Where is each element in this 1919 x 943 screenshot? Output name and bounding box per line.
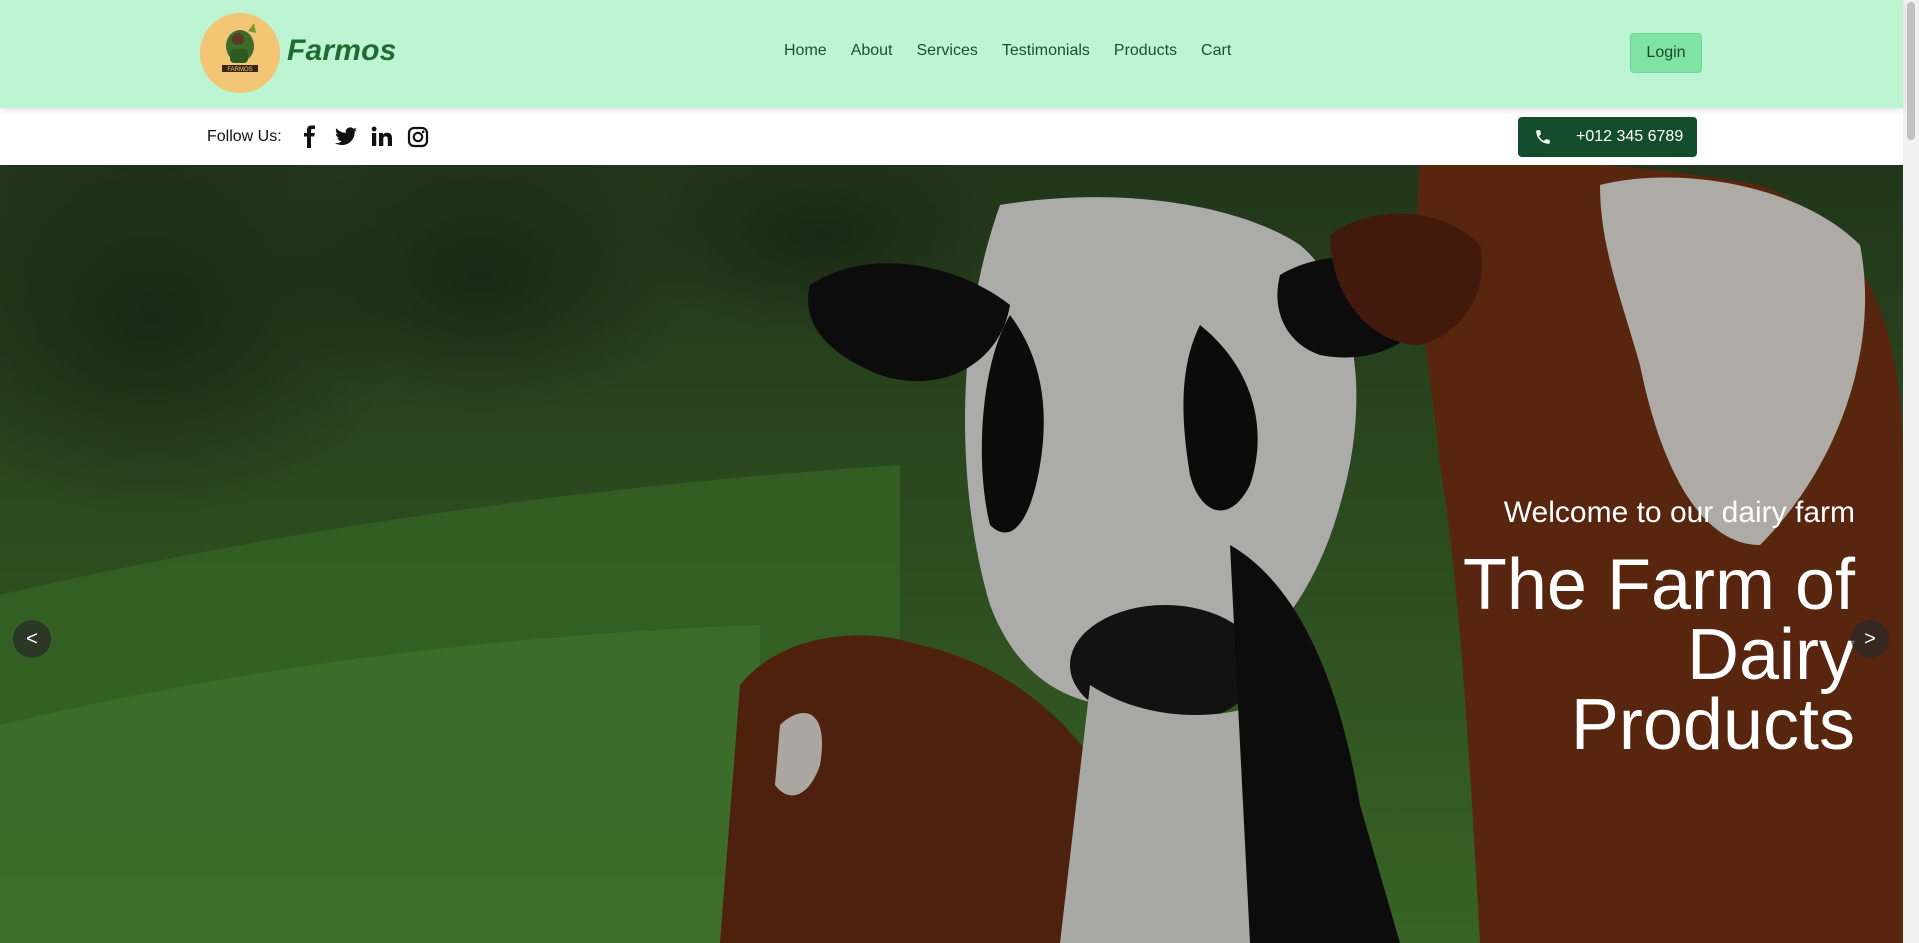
nav-cart[interactable]: Cart: [1201, 42, 1231, 60]
brand-name[interactable]: Farmos: [287, 34, 397, 68]
phone-button[interactable]: +012 345 6789: [1518, 117, 1697, 157]
login-button[interactable]: Login: [1630, 33, 1702, 73]
svg-text:FARMOS: FARMOS: [227, 67, 252, 73]
nav-services[interactable]: Services: [917, 42, 978, 60]
hero-title: The Farm of Dairy Products: [1462, 545, 1855, 765]
twitter-icon[interactable]: [334, 125, 358, 149]
social-links: [298, 125, 430, 149]
page-scrollbar[interactable]: [1903, 0, 1919, 943]
phone-number: +012 345 6789: [1576, 128, 1684, 145]
nav-products[interactable]: Products: [1114, 42, 1177, 60]
instagram-icon[interactable]: [406, 125, 430, 149]
main-nav: Home About Services Testimonials Product…: [784, 42, 1255, 60]
phone-icon: [1536, 130, 1550, 144]
nav-home[interactable]: Home: [784, 42, 827, 60]
facebook-icon[interactable]: [298, 125, 322, 149]
carousel-prev-button[interactable]: <: [13, 620, 51, 658]
carousel-next-button[interactable]: >: [1851, 620, 1889, 658]
linkedin-icon[interactable]: [370, 125, 394, 149]
hero-carousel: Welcome to our dairy farm The Farm of Da…: [0, 165, 1903, 943]
top-navbar: FARMOS Farmos Home About Services Testim…: [0, 0, 1903, 108]
nav-about[interactable]: About: [851, 42, 893, 60]
scrollbar-thumb[interactable]: [1907, 2, 1915, 140]
hero-subtitle: Welcome to our dairy farm: [1503, 496, 1855, 529]
nav-testimonials[interactable]: Testimonials: [1002, 42, 1090, 60]
follow-us-label: Follow Us:: [207, 128, 282, 145]
social-bar: Follow Us: +012 345 6789: [0, 108, 1903, 165]
farm-logo[interactable]: FARMOS: [200, 13, 280, 93]
